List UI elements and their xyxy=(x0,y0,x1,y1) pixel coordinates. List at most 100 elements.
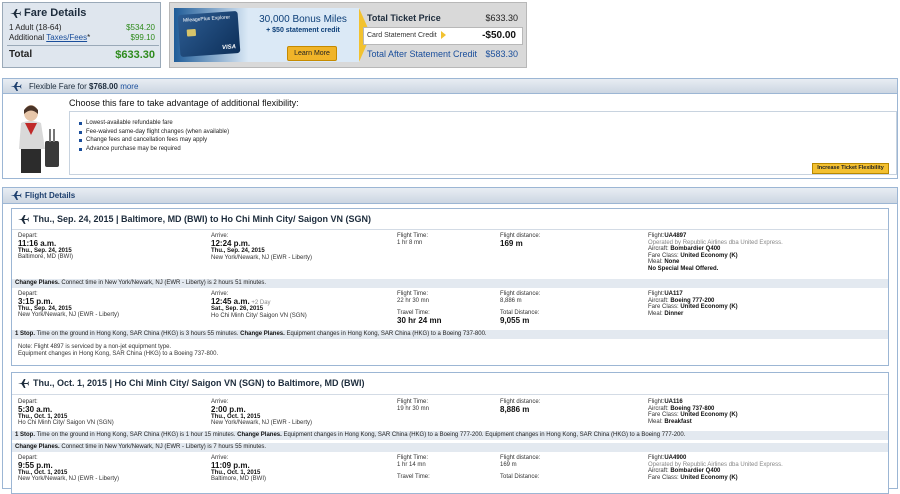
change-planes-label: Change Planes. xyxy=(240,331,285,337)
arrive-airport: Baltimore, MD (BWI) xyxy=(211,476,267,482)
divider xyxy=(12,229,888,230)
airplane-icon xyxy=(10,9,21,18)
bonus-miles-headline: 30,000 Bonus Miles xyxy=(259,14,347,25)
flexible-fare-bar[interactable]: Flexible Fare for $768.00 more xyxy=(3,79,897,94)
fare-class-label: Fare Class: xyxy=(648,252,681,259)
adult-label: 1 Adult (18-64) xyxy=(9,23,62,32)
change-planes-bar: Change Planes. Connect time in New York/… xyxy=(12,443,888,452)
change-planes-label: Change Planes. xyxy=(15,280,60,286)
depart-airport: New York/Newark, NJ (EWR - Liberty) xyxy=(18,476,120,482)
fare-class-value: United Economy (K) xyxy=(680,412,738,418)
distance-value: 169 m xyxy=(500,461,517,468)
flight-number: UA4900 xyxy=(664,455,687,461)
flexible-fare-amount: $768.00 xyxy=(89,82,118,91)
meal-value: None xyxy=(664,259,680,265)
flexible-header-prefix: Flexible Fare for xyxy=(29,82,90,91)
depart-airport: New York/Newark, NJ (EWR - Liberty) xyxy=(18,312,120,318)
card-chip-icon xyxy=(186,28,197,37)
aircraft-value: Boeing 777-200 xyxy=(670,297,715,304)
divider xyxy=(12,394,888,395)
increase-flexibility-button[interactable]: Increase Ticket Flexibility xyxy=(812,163,889,174)
flexible-more-link[interactable]: more xyxy=(120,82,138,91)
flexible-fare-panel: Flexible Fare for $768.00 more Choose th… xyxy=(2,78,898,179)
stop-text: Time on the ground in Hong Kong, SAR Chi… xyxy=(35,331,241,337)
outbound-segment: Thu., Sep. 24, 2015 | Baltimore, MD (BWI… xyxy=(11,208,889,366)
arrive-time: 12:24 p.m. xyxy=(211,238,251,248)
equipment-change-text: Equipment changes in Hong Kong, SAR Chin… xyxy=(284,331,487,337)
depart-time: 5:30 a.m. xyxy=(18,404,53,414)
segment-title: Thu., Oct. 1, 2015 | Ho Chi Minh City/ S… xyxy=(17,378,365,388)
depart-cell: Depart: 3:15 p.m. Thu., Sep. 24, 2015 Ne… xyxy=(18,291,208,319)
connect-time-text: Connect time in New York/Newark, NJ (EWR… xyxy=(59,444,267,450)
divider xyxy=(7,45,159,46)
fare-details-heading: Fare Details xyxy=(9,7,86,19)
airplane-icon xyxy=(10,82,22,91)
aircraft-value: Boeing 737-800 xyxy=(670,405,715,412)
additional-prefix: Additional xyxy=(9,33,47,42)
depart-cell: Depart: 9:55 p.m. Thu., Oct. 1, 2015 New… xyxy=(18,455,208,483)
aircraft-label: Aircraft: xyxy=(648,246,671,252)
depart-airport: Ho Chi Minh City/ Saigon VN (SGN) xyxy=(18,420,114,426)
aircraft-label: Aircraft: xyxy=(648,405,671,412)
aircraft-value: Bombardier Q400 xyxy=(670,246,721,252)
fare-class-value: United Economy (K) xyxy=(680,252,738,259)
flight-info-cell: Flight:UA117 Aircraft: Boeing 777-200 Fa… xyxy=(648,291,884,317)
total-amount: $633.30 xyxy=(115,49,155,61)
list-item: Fee-waived same-day flight changes (when… xyxy=(78,128,229,137)
after-credit-label: Total After Statement Credit xyxy=(367,49,478,59)
flight-info-cell: Flight:UA4900 Operated by Republic Airli… xyxy=(648,455,884,481)
change-planes-bar: Change Planes. Connect time in New York/… xyxy=(12,279,888,288)
benefits-list: Lowest-available refundable fare Fee-wai… xyxy=(78,119,229,153)
fare-class-value: United Economy (K) xyxy=(680,304,738,310)
connect-time-text: Connect time in New York/Newark, NJ (EWR… xyxy=(59,280,267,286)
travel-time-value: 30 hr 24 mn xyxy=(397,315,442,325)
total-distance-value: 9,055 m xyxy=(500,315,530,325)
flight-label: Flight: xyxy=(648,291,665,297)
distance-value: 169 m xyxy=(500,238,523,248)
stop-info-bar: 1 Stop. Time on the ground in Hong Kong,… xyxy=(12,431,888,440)
learn-more-button[interactable]: Learn More xyxy=(287,46,337,61)
airplane-icon xyxy=(10,191,22,200)
card-name: MileagePlus Explorer xyxy=(182,14,231,24)
traveler-image xyxy=(19,105,59,173)
fare-class-label: Fare Class: xyxy=(648,412,681,418)
statement-credit-subline: + $50 statement credit xyxy=(266,27,340,34)
fare-class-label: Fare Class: xyxy=(648,304,681,310)
taxes-row: Additional Taxes/Fees* $99.10 xyxy=(9,33,155,42)
change-planes-label: Change Planes. xyxy=(237,432,282,438)
segment-title: Thu., Sep. 24, 2015 | Baltimore, MD (BWI… xyxy=(17,214,371,224)
flight-number: UA4897 xyxy=(664,233,687,239)
segment-notes: Note: Flight 4897 is serviced by a non-j… xyxy=(18,344,218,358)
note-line: Note: Flight 4897 is serviced by a non-j… xyxy=(18,344,172,350)
statement-credit-label: Card Statement Credit xyxy=(367,32,437,39)
change-planes-label: Change Planes. xyxy=(15,444,60,450)
flight-label: Flight: xyxy=(648,233,665,239)
segment-title-text: Thu., Oct. 1, 2015 | Ho Chi Minh City/ S… xyxy=(33,378,365,388)
fare-details-title: Fare Details xyxy=(24,7,87,19)
credit-card-ad[interactable]: MileagePlus Explorer VISA 30,000 Bonus M… xyxy=(174,8,360,62)
flight-number: UA117 xyxy=(664,291,683,297)
stop-text: Time on the ground in Hong Kong, SAR Chi… xyxy=(35,432,238,438)
meal-note: No Special Meal Offered. xyxy=(648,265,719,272)
arrive-cell: Arrive: 2:00 p.m. Thu., Oct. 1, 2015 New… xyxy=(211,399,391,427)
note-line: Equipment changes in Hong Kong, SAR Chin… xyxy=(18,351,219,357)
distance-value: 8,886 m xyxy=(500,297,522,304)
list-item: Change fees and cancellation fees may ap… xyxy=(78,136,229,145)
flight-info-cell: Flight:UA4897 Operated by Republic Airli… xyxy=(648,233,884,272)
distance-value: 8,886 m xyxy=(500,404,530,414)
arrive-airport: New York/Newark, NJ (EWR - Liberty) xyxy=(211,420,313,426)
list-item: Lowest-available refundable fare xyxy=(78,119,229,128)
depart-cell: Depart: 11:16 a.m. Thu., Sep. 24, 2015 B… xyxy=(18,233,208,261)
distance-cell: Flight distance: 169 m xyxy=(500,233,640,248)
list-item: Advance purchase may be required xyxy=(78,145,229,154)
taxes-fees-link[interactable]: Taxes/Fees xyxy=(46,33,87,42)
flight-details-bar: Flight Details xyxy=(3,188,897,204)
flight-details-title: Flight Details xyxy=(25,191,76,200)
after-credit-value: $583.30 xyxy=(485,49,518,59)
flight-time-value: 22 hr 30 mn xyxy=(397,297,430,304)
flight-time-cell: Flight Time: 1 hr 8 mn xyxy=(397,233,497,246)
flight-time-cell: Flight Time: 22 hr 30 mn Travel Time: 30… xyxy=(397,291,497,325)
aircraft-label: Aircraft: xyxy=(648,468,671,474)
stop-label: 1 Stop. xyxy=(15,331,36,337)
meal-label: Meal: xyxy=(648,418,665,425)
